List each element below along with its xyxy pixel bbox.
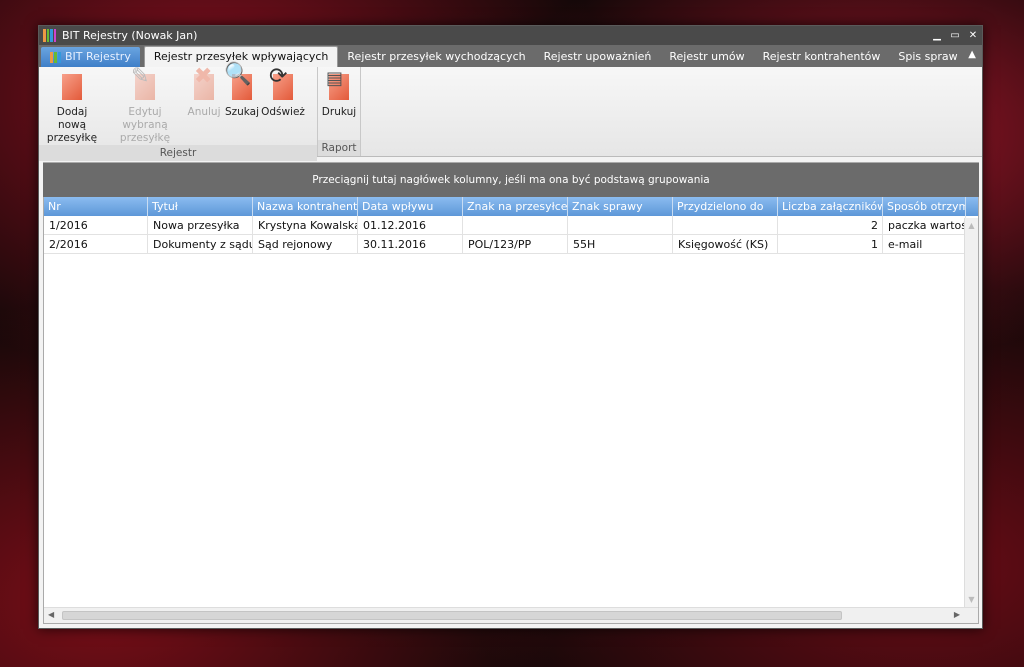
horizontal-scroll-thumb[interactable] bbox=[62, 611, 842, 620]
ribbon: Dodaj nową przesyłkę ✎ Edytuj wybraną pr… bbox=[39, 64, 982, 161]
title-bar[interactable]: BIT Rejestry (Nowak Jan) ▁ ▭ ✕ bbox=[39, 26, 982, 45]
add-label-line1: Dodaj nową bbox=[56, 106, 88, 131]
maximize-icon[interactable]: ▭ bbox=[946, 27, 964, 45]
column-header-delivery-method[interactable]: Sposób otrzymania bbox=[883, 197, 966, 216]
search-button[interactable]: 🔍 Szukaj bbox=[223, 64, 261, 145]
data-grid: Przeciągnij tutaj nagłówek kolumny, jeśl… bbox=[43, 162, 979, 624]
cell-nr: 1/2016 bbox=[44, 216, 148, 234]
column-header-shipment-mark[interactable]: Znak na przesyłce bbox=[463, 197, 568, 216]
ribbon-group-rejestr-label: Rejestr bbox=[39, 145, 317, 161]
tab-app-menu[interactable]: BIT Rejestry bbox=[41, 47, 140, 67]
tab-outgoing-register[interactable]: Rejestr przesyłek wychodzących bbox=[338, 47, 534, 67]
cell-attachments: 1 bbox=[778, 235, 883, 253]
print-button[interactable]: ▤ Drukuj bbox=[318, 70, 360, 140]
print-label: Drukuj bbox=[321, 106, 357, 118]
scroll-left-icon[interactable]: ◀ bbox=[48, 610, 54, 619]
column-header-title[interactable]: Tytuł bbox=[148, 197, 253, 216]
cell-assigned-to bbox=[673, 216, 778, 234]
add-icon bbox=[56, 70, 88, 102]
cell-received-date: 01.12.2016 bbox=[358, 216, 463, 234]
cell-attachments: 2 bbox=[778, 216, 883, 234]
cell-received-date: 30.11.2016 bbox=[358, 235, 463, 253]
edit-shipment-button[interactable]: ✎ Edytuj wybraną przesyłkę bbox=[105, 66, 185, 145]
edit-label-line2: przesyłkę bbox=[119, 132, 171, 144]
column-header-received-date[interactable]: Data wpływu bbox=[358, 197, 463, 216]
cell-assigned-to: Księgowość (KS) bbox=[673, 235, 778, 253]
tab-contractors-register[interactable]: Rejestr kontrahentów bbox=[754, 47, 890, 67]
search-label: Szukaj bbox=[224, 106, 260, 118]
app-menu-icon bbox=[50, 51, 61, 63]
vertical-scrollbar[interactable]: ▲ ▼ bbox=[964, 218, 978, 607]
group-by-drop-zone[interactable]: Przeciągnij tutaj nagłówek kolumny, jeśl… bbox=[43, 163, 979, 197]
table-row[interactable]: 1/2016 Nowa przesyłka Krystyna Kowalska … bbox=[44, 216, 978, 235]
cell-case-mark: 55H bbox=[568, 235, 673, 253]
cell-nr: 2/2016 bbox=[44, 235, 148, 253]
cancel-label: Anuluj bbox=[187, 106, 221, 118]
cancel-button[interactable]: ✖ Anuluj bbox=[185, 66, 223, 145]
scroll-right-icon[interactable]: ▶ bbox=[954, 610, 960, 619]
tab-app-label: BIT Rejestry bbox=[65, 50, 131, 63]
cell-title: Nowa przesyłka bbox=[148, 216, 253, 234]
collapse-ribbon-icon[interactable]: ▲ bbox=[968, 49, 976, 60]
window-title: BIT Rejestry (Nowak Jan) bbox=[62, 29, 198, 42]
cell-contractor: Sąd rejonowy bbox=[253, 235, 358, 253]
ribbon-group-raport-label: Raport bbox=[318, 140, 360, 156]
refresh-icon: ⟳ bbox=[267, 66, 299, 102]
minimize-icon[interactable]: ▁ bbox=[928, 27, 946, 45]
ribbon-tab-bar: BIT Rejestry Rejestr przesyłek wpływając… bbox=[39, 45, 982, 67]
scroll-up-icon[interactable]: ▲ bbox=[965, 221, 978, 230]
scroll-down-icon[interactable]: ▼ bbox=[965, 595, 978, 604]
horizontal-scrollbar[interactable]: ◀ ▶ bbox=[44, 607, 978, 623]
tab-authorizations-register[interactable]: Rejestr upoważnień bbox=[535, 47, 661, 67]
column-header-contractor[interactable]: Nazwa kontrahenta bbox=[253, 197, 358, 216]
tab-case-list[interactable]: Spis spraw bbox=[889, 47, 966, 67]
column-header-case-mark[interactable]: Znak sprawy bbox=[568, 197, 673, 216]
cell-shipment-mark bbox=[463, 216, 568, 234]
cancel-x-icon: ✖ bbox=[188, 66, 220, 102]
print-icon: ▤ bbox=[323, 70, 355, 102]
cell-contractor: Krystyna Kowalska bbox=[253, 216, 358, 234]
column-header-assigned-to[interactable]: Przydzielono do bbox=[673, 197, 778, 216]
app-logo-icon bbox=[43, 29, 56, 42]
close-icon[interactable]: ✕ bbox=[964, 27, 982, 45]
add-shipment-button[interactable]: Dodaj nową przesyłkę bbox=[39, 70, 105, 145]
table-row[interactable]: 2/2016 Dokumenty z sądu Sąd rejonowy 30.… bbox=[44, 235, 978, 254]
grid-header-row: Nr Tytuł Nazwa kontrahenta Data wpływu Z… bbox=[44, 197, 978, 216]
app-window: BIT Rejestry (Nowak Jan) ▁ ▭ ✕ BIT Rejes… bbox=[38, 25, 983, 629]
add-label-line2: przesyłkę bbox=[46, 132, 98, 144]
refresh-button[interactable]: ⟳ Odśwież bbox=[261, 66, 305, 145]
ribbon-group-rejestr: Dodaj nową przesyłkę ✎ Edytuj wybraną pr… bbox=[39, 64, 318, 161]
cell-delivery-method: e-mail bbox=[883, 235, 966, 253]
column-header-attachments[interactable]: Liczba załączników bbox=[778, 197, 883, 216]
cell-case-mark bbox=[568, 216, 673, 234]
edit-pen-icon: ✎ bbox=[129, 66, 161, 102]
tab-contracts-register[interactable]: Rejestr umów bbox=[660, 47, 753, 67]
search-icon: 🔍 bbox=[224, 64, 258, 102]
edit-label-line1: Edytuj wybraną bbox=[122, 106, 168, 131]
cell-shipment-mark: POL/123/PP bbox=[463, 235, 568, 253]
column-header-nr[interactable]: Nr bbox=[44, 197, 148, 216]
cell-delivery-method: paczka wartościowa bbox=[883, 216, 966, 234]
cell-title: Dokumenty z sądu bbox=[148, 235, 253, 253]
ribbon-group-raport: ▤ Drukuj Raport bbox=[318, 67, 361, 156]
refresh-label: Odśwież bbox=[261, 106, 305, 118]
